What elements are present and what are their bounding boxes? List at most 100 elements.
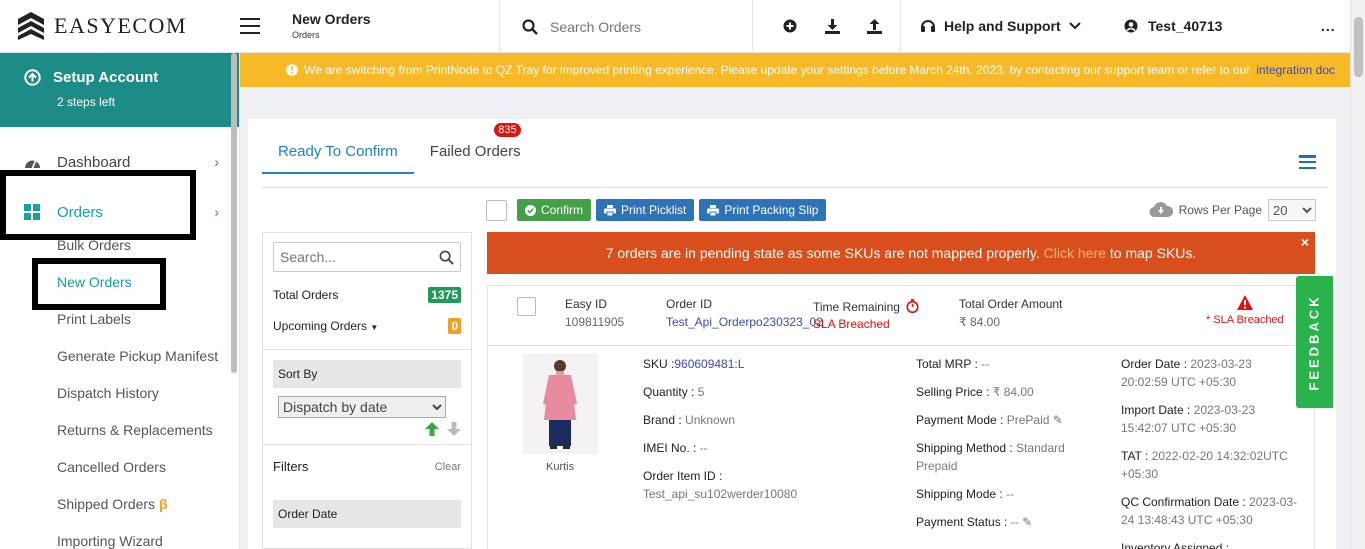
product-image[interactable] [523,354,598,454]
field-label: Order Date : [1121,357,1188,371]
close-icon[interactable]: × [1301,234,1309,250]
arrow-down-icon[interactable] [447,422,461,436]
sidebar-item-importing-wizard[interactable]: Importing Wizard [0,523,239,549]
setup-steps-left: 2 steps left [57,95,116,109]
shipping-mode-field: Shipping Mode : -- [916,485,1014,503]
filter-search[interactable] [273,242,461,272]
imei-value: -- [699,441,708,455]
confirm-button[interactable]: Confirm [517,199,592,221]
alert-text: to map SKUs. [1109,245,1197,261]
field-label: Order Item ID : [643,469,723,483]
list-menu-icon[interactable] [1299,155,1316,169]
search-icon[interactable] [439,250,454,265]
field-label: Payment Status : [916,515,1008,529]
scrollbar-thumb[interactable] [1354,17,1363,77]
header-divider [499,0,500,53]
info-icon [286,64,298,76]
edit-icon[interactable]: ✎ [1053,413,1063,427]
clear-filters-link[interactable]: Clear [435,461,461,473]
order-item-id-field: Order Item ID : Test_api_su102werder10080 [643,467,797,503]
failed-orders-count-badge: 835 [494,123,521,137]
field-label: Shipping Method : [916,441,1013,455]
sort-by-select[interactable]: Dispatch by date [278,396,446,418]
order-tabs: Ready To Confirm Failed Orders 835 [262,123,537,174]
map-skus-link[interactable]: Click here [1044,245,1106,261]
order-item-id-value: Test_api_su102werder10080 [643,487,798,501]
highlight-box-new-orders [32,258,166,310]
arrow-up-icon[interactable] [425,422,439,436]
chevron-right-icon: › [214,154,219,170]
order-checkbox[interactable] [517,297,536,316]
total-orders-row[interactable]: Total Orders 1375 [273,287,461,303]
order-id-link[interactable]: Test_Api_Orderpo230323_02 [666,315,823,329]
field-label: Inventory Assigned : [1121,541,1230,549]
breadcrumb[interactable]: Orders [292,30,371,40]
more-options-icon[interactable]: ... [1321,18,1336,34]
filters-row: Filters Clear [273,459,461,474]
cloud-download-icon[interactable] [1149,201,1173,219]
chevron-right-icon: › [214,204,219,220]
order-date-filter-heading[interactable]: Order Date [273,500,461,528]
tab-failed-orders[interactable]: Failed Orders 835 [414,123,537,174]
sort-by-field: Dispatch by date [278,396,461,418]
sidebar-item-cancelled-orders[interactable]: Cancelled Orders [0,449,239,486]
quantity-value: 5 [697,385,705,399]
sidebar-item-generate-pickup-manifest[interactable]: Generate Pickup Manifest [0,338,239,375]
select-all-checkbox[interactable] [486,199,507,221]
app-logo[interactable]: EASYECOM [16,11,187,41]
add-icon[interactable] [782,18,798,34]
rows-per-page-select[interactable]: 20 [1268,199,1316,221]
warning-icon [1236,295,1253,310]
sidebar-item-returns-replacements[interactable]: Returns & Replacements [0,412,239,449]
time-remaining-value: SLA Breached [813,317,890,331]
total-orders-count: 1375 [428,287,461,303]
help-support-menu[interactable]: Help and Support [920,18,1081,34]
import-date-field: Import Date : 2023-03-23 15:42:07 UTC +0… [1121,401,1301,437]
edit-icon[interactable]: ✎ [1022,515,1032,529]
upcoming-orders-row[interactable]: Upcoming Orders ▼ 0 [273,318,461,334]
feedback-tab[interactable]: FEEDBACK [1296,276,1333,408]
download-icon[interactable] [824,18,840,34]
search-orders-input[interactable] [550,19,750,35]
unmapped-sku-alert: 7 orders are in pending state as some SK… [487,232,1315,274]
menu-toggle-icon[interactable] [240,18,260,34]
dashboard-icon [24,155,42,169]
help-support-label: Help and Support [944,18,1061,34]
field-label: IMEI No. : [643,441,697,455]
field-label: Payment Mode : [916,413,1004,427]
brand-value: Unknown [685,413,736,427]
header-actions [782,18,882,34]
shipping-mode-value: -- [1006,487,1015,501]
page-heading: New Orders Orders [292,11,371,40]
field-label: QC Confirmation Date : [1121,495,1246,509]
imei-field: IMEI No. : -- [643,439,708,457]
sidebar-item-dispatch-history[interactable]: Dispatch History [0,375,239,412]
sidebar-scrollbar[interactable] [231,53,237,373]
field-label: SKU : [643,357,675,371]
order-card-header: Easy ID 109811905 Order ID Test_Api_Orde… [488,286,1314,346]
payment-status-field: Payment Status : -- ✎ [916,513,1032,531]
rows-per-page: Rows Per Page 20 [1149,199,1316,221]
user-icon [1124,19,1138,33]
sidebar-item-shipped-orders[interactable]: Shipped Orders β [0,486,239,523]
page-scrollbar[interactable] [1350,0,1365,549]
header-divider [752,0,753,53]
arrow-up-circle-icon [24,69,41,86]
filter-search-input[interactable] [280,249,430,265]
sku-value[interactable]: 960609481:L [674,357,744,371]
global-search[interactable] [522,19,750,35]
setup-account-title: Setup Account [53,69,159,86]
qc-date-field: QC Confirmation Date : 2023-03-24 13:48:… [1121,493,1301,529]
inventory-assigned-field: Inventory Assigned : [1121,539,1229,549]
print-packing-slip-button[interactable]: Print Packing Slip [699,199,827,221]
tab-ready-to-confirm[interactable]: Ready To Confirm [262,143,414,174]
search-icon [522,19,538,35]
integration-doc-link[interactable]: integration doc [1256,63,1335,77]
setup-account-panel[interactable]: Setup Account 2 steps left [0,53,239,127]
user-menu[interactable]: Test_40713 [1124,18,1222,34]
print-picklist-button[interactable]: Print Picklist [596,199,695,221]
divider [263,349,471,350]
sla-breached-flag: * SLA Breached [1206,314,1284,326]
product-caption: Kurtis [546,461,575,473]
upload-icon[interactable] [866,18,882,34]
